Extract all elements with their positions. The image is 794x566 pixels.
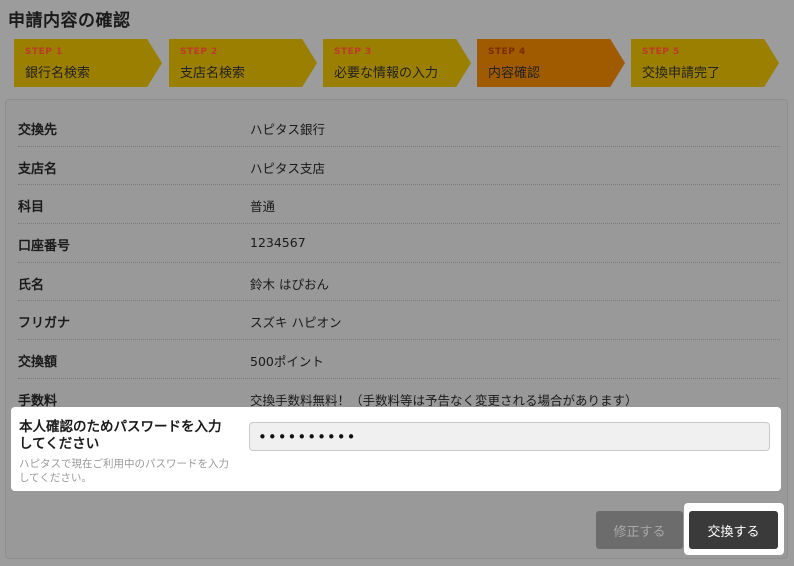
detail-row-branch: 支店名 ハピタス支店 (18, 147, 780, 186)
detail-row-account-type: 科目 普通 (18, 185, 780, 225)
step-5: STEP 5 交換申請完了 (631, 39, 779, 87)
detail-key: 氏名 (18, 277, 45, 293)
detail-key: 支店名 (18, 161, 58, 177)
password-hint: ハピタスで現在ご利用中のパスワードを入力してください。 (19, 458, 229, 484)
progress-steps: STEP 1 銀行名検索 STEP 2 支店名検索 STEP 3 必要な情報の入… (14, 39, 784, 87)
detail-value: 普通 (250, 199, 276, 215)
step-1: STEP 1 銀行名検索 (14, 39, 162, 87)
detail-value: ハピタス支店 (250, 160, 326, 176)
detail-key: 交換先 (18, 123, 58, 138)
detail-value: 鈴木 はぴおん (250, 276, 329, 292)
detail-value: 500ポイント (250, 354, 324, 370)
password-input[interactable] (249, 422, 770, 451)
step-3: STEP 3 必要な情報の入力 (323, 39, 471, 87)
exchange-button[interactable]: 交換する (689, 511, 778, 549)
password-confirmation-box: 本人確認のためパスワードを入力してください ハピタスで現在ご利用中のパスワードを… (11, 407, 781, 491)
detail-key: 手数料 (18, 393, 58, 409)
step-4-current: STEP 4 内容確認 (477, 39, 625, 87)
detail-key: 口座番号 (18, 239, 71, 255)
detail-value: 1234567 (250, 235, 306, 251)
page-title: 申請内容の確認 (8, 11, 131, 31)
detail-row-exchange-to: 交換先 ハピタス銀行 (18, 108, 780, 147)
step-number: STEP 3 (334, 47, 372, 57)
edit-button[interactable]: 修正する (596, 511, 683, 549)
step-2: STEP 2 支店名検索 (169, 39, 317, 87)
detail-key: 科目 (18, 200, 45, 216)
detail-key: フリガナ (18, 316, 71, 332)
step-number: STEP 2 (180, 47, 218, 57)
detail-value: スズキ ハピオン (250, 315, 342, 331)
details-list: 交換先 ハピタス銀行 支店名 ハピタス支店 科目 普通 口座番号 1234567… (18, 108, 780, 417)
step-label: 支店名検索 (180, 66, 246, 81)
detail-row-name: 氏名 鈴木 はぴおん (18, 263, 780, 302)
step-number: STEP 4 (488, 47, 526, 57)
step-label: 内容確認 (488, 66, 541, 81)
exchange-button-highlight: 交換する (684, 503, 784, 555)
detail-row-amount: 交換額 500ポイント (18, 340, 780, 379)
detail-row-furigana: フリガナ スズキ ハピオン (18, 301, 780, 341)
step-label: 交換申請完了 (642, 66, 721, 81)
step-number: STEP 5 (642, 47, 680, 57)
step-label: 銀行名検索 (25, 66, 91, 81)
step-label: 必要な情報の入力 (334, 66, 439, 81)
detail-row-account-number: 口座番号 1234567 (18, 224, 780, 263)
detail-value: 交換手数料無料！（手数料等は予告なく変更される場合があります） (250, 392, 638, 408)
password-label: 本人確認のためパスワードを入力してください (19, 419, 222, 452)
step-number: STEP 1 (25, 47, 63, 57)
detail-value: ハピタス銀行 (250, 122, 326, 137)
detail-key: 交換額 (18, 355, 58, 371)
